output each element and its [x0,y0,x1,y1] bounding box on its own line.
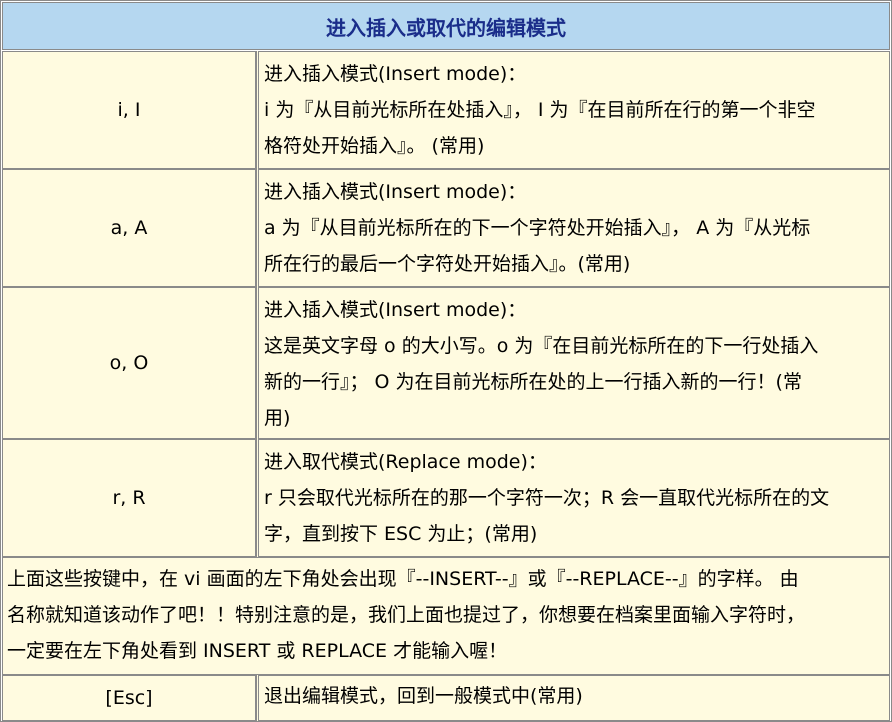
note-line: 上面这些按键中，在 vi 画面的左下角处会出现『--INSERT--』或『--R… [7,568,799,590]
description-line: 新的一行』； O 为在目前光标所在处的上一行插入新的一行！(常 [264,371,802,393]
vi-edit-mode-table: 进入插入或取代的编辑模式 i, I 进入插入模式(Insert mode)： i… [0,0,892,722]
description-line: 用) [264,407,291,429]
note-line: 一定要在左下角处看到 INSERT 或 REPLACE 才能输入喔！ [7,640,508,662]
table-note-row: 上面这些按键中，在 vi 画面的左下角处会出现『--INSERT--』或『--R… [2,557,890,675]
description-line: 进入插入模式(Insert mode)： [264,181,527,203]
description-line: r 只会取代光标所在的那一个字符一次；R 会一直取代光标所在的文 [264,487,830,509]
table-row-replace-r: r, R 进入取代模式(Replace mode)： r 只会取代光标所在的那一… [2,439,890,557]
note-line: 名称就知道该动作了吧！！特别注意的是，我们上面也提过了，你想要在档案里面输入字符… [7,604,806,626]
description-cell: 进入取代模式(Replace mode)： r 只会取代光标所在的那一个字符一次… [258,439,890,557]
table-row-insert-a: a, A 进入插入模式(Insert mode)： a 为『从目前光标所在的下一… [2,169,890,287]
table-title: 进入插入或取代的编辑模式 [2,2,890,50]
description-line: 字，直到按下 ESC 为止；(常用) [264,523,538,545]
key-cell: [Esc] [2,675,257,721]
description-line: 进入取代模式(Replace mode)： [264,451,547,473]
description-cell: 进入插入模式(Insert mode)： a 为『从目前光标所在的下一个字符处开… [258,169,890,287]
description-cell: 进入插入模式(Insert mode)： 这是英文字母 o 的大小写。o 为『在… [258,287,890,439]
description-line: 所在行的最后一个字符处开始插入』。(常用) [264,253,631,275]
key-cell: a, A [2,169,257,287]
description-cell: 退出编辑模式，回到一般模式中(常用) [258,675,890,721]
description-line: i 为『从目前光标所在处插入』， I 为『在目前所在行的第一个非空 [264,99,816,121]
description-line: a 为『从目前光标所在的下一个字符处开始插入』， A 为『从光标 [264,217,811,239]
description-line: 进入插入模式(Insert mode)： [264,63,527,85]
table-row-insert-i: i, I 进入插入模式(Insert mode)： i 为『从目前光标所在处插入… [2,51,890,169]
table-row-esc: [Esc] 退出编辑模式，回到一般模式中(常用) [2,675,890,721]
key-cell: i, I [2,51,257,169]
key-cell: r, R [2,439,257,557]
table-row-insert-o: o, O 进入插入模式(Insert mode)： 这是英文字母 o 的大小写。… [2,287,890,439]
description-line: 进入插入模式(Insert mode)： [264,299,527,321]
description-line: 这是英文字母 o 的大小写。o 为『在目前光标所在的下一行处插入 [264,335,819,357]
description-line: 格符处开始插入』。 (常用) [264,135,485,157]
description-cell: 进入插入模式(Insert mode)： i 为『从目前光标所在处插入』， I … [258,51,890,169]
description-line: 退出编辑模式，回到一般模式中(常用) [264,685,583,707]
key-cell: o, O [2,287,257,439]
